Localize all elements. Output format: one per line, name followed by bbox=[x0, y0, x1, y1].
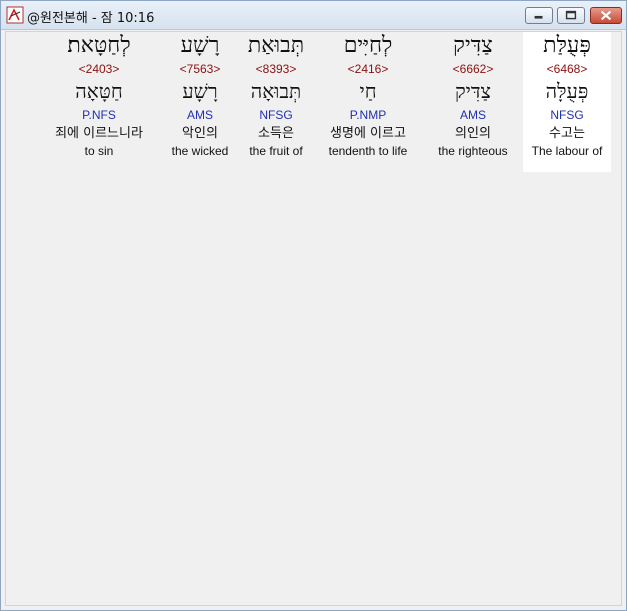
word-column[interactable]: לְחַיִּים <2416> חַי P.NMP 생명에 이르고 tende… bbox=[310, 32, 426, 160]
strong-number[interactable]: <6468> bbox=[523, 62, 611, 78]
close-button[interactable] bbox=[590, 7, 622, 24]
lemma-word: חַי bbox=[359, 79, 377, 103]
word-column[interactable]: לְחַטָּאת׃ <2403> חַטָּאָה P.NFS 죄에 이르느니… bbox=[42, 32, 156, 160]
morphology-code: NFSG bbox=[259, 108, 293, 122]
hebrew-word: לְחַטָּאת׃ bbox=[67, 33, 131, 58]
morphology-code: P.NMP bbox=[349, 108, 387, 122]
english-gloss: the righteous bbox=[438, 144, 508, 158]
english-gloss: the wicked bbox=[171, 144, 229, 158]
minimize-button[interactable] bbox=[525, 7, 553, 24]
morphology-code: P.NFS bbox=[82, 108, 116, 122]
english-gloss: to sin bbox=[84, 144, 114, 158]
maximize-button[interactable] bbox=[557, 7, 585, 24]
word-column[interactable]: תְּבוּאַת <8393> תְּבוּאָה NFSG 소득은 the … bbox=[234, 32, 318, 160]
english-gloss: The labour of bbox=[531, 144, 603, 158]
word-column[interactable]: רָשָׁע <7563> רָשָׁע AMS 악인의 the wicked bbox=[162, 32, 238, 160]
morphology-code: AMS bbox=[186, 108, 213, 122]
minimize-icon bbox=[534, 15, 543, 19]
korean-gloss: 소득은 bbox=[258, 126, 294, 141]
strong-number[interactable]: <6662> bbox=[425, 62, 521, 78]
strong-number[interactable]: <8393> bbox=[234, 62, 318, 78]
hebrew-word: צַדִּיק bbox=[453, 33, 493, 58]
title-bar[interactable]: @원전본해 - 잠 10:16 bbox=[1, 1, 626, 30]
lemma-word: צַדִּיק bbox=[454, 79, 492, 103]
korean-gloss: 죄에 이르느니라 bbox=[55, 126, 143, 141]
strong-number[interactable]: <2416> bbox=[310, 62, 426, 78]
hebrew-word: פְּעֻלַּת bbox=[543, 33, 591, 58]
english-gloss: the fruit of bbox=[249, 144, 303, 158]
hebrew-word: לְחַיִּים bbox=[343, 33, 393, 58]
lemma-word: רָשָׁע bbox=[182, 79, 218, 103]
hebrew-word: רָשָׁע bbox=[180, 33, 220, 58]
korean-gloss: 악인의 bbox=[182, 126, 218, 141]
english-gloss: tendenth to life bbox=[328, 144, 408, 158]
window-title: @원전본해 - 잠 10:16 bbox=[27, 11, 155, 26]
word-column[interactable]: צַדִּיק <6662> צַדִּיק AMS 의인의 the right… bbox=[425, 32, 521, 160]
hebrew-word: תְּבוּאַת bbox=[247, 33, 305, 58]
lemma-word: תְּבוּאָה bbox=[250, 79, 302, 103]
morphology-code: AMS bbox=[459, 108, 486, 122]
app-window: @원전본해 - 잠 10:16 פְּעֻלַּת <6468> פְּעֻלָ… bbox=[0, 0, 627, 611]
lemma-word: חַטָּאָה bbox=[75, 79, 123, 103]
word-column[interactable]: פְּעֻלַּת <6468> פְּעֻלָּה NFSG 수고는 The … bbox=[523, 32, 611, 172]
maximize-icon bbox=[565, 10, 577, 20]
lemma-word: פְּעֻלָּה bbox=[545, 79, 589, 103]
korean-gloss: 의인의 bbox=[455, 126, 491, 141]
morphology-code: NFSG bbox=[550, 108, 584, 122]
korean-gloss: 수고는 bbox=[549, 126, 585, 141]
book-icon bbox=[6, 6, 24, 24]
interlinear-panel[interactable]: פְּעֻלַּת <6468> פְּעֻלָּה NFSG 수고는 The … bbox=[5, 31, 622, 606]
strong-number[interactable]: <7563> bbox=[162, 62, 238, 78]
strong-number[interactable]: <2403> bbox=[42, 62, 156, 78]
close-icon bbox=[600, 10, 612, 21]
korean-gloss: 생명에 이르고 bbox=[330, 126, 406, 141]
